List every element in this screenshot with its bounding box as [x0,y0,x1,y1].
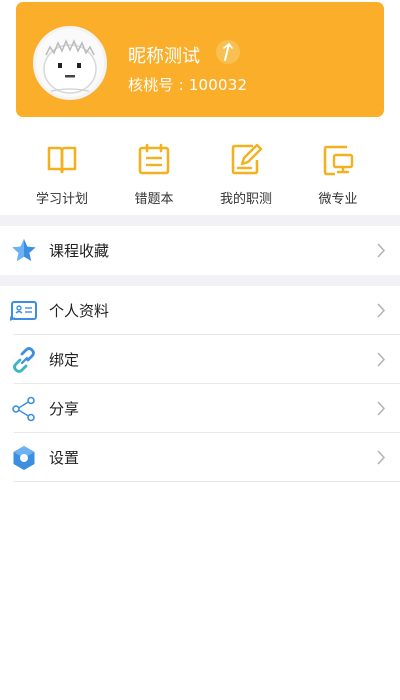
edit-document-icon [231,143,263,175]
nickname: 昵称测试 [128,46,200,67]
quick-action-study-plan[interactable]: 学习计划 [12,138,112,210]
avatar-face-icon [36,29,104,97]
quick-action-my-test[interactable]: 我的职测 [196,138,296,210]
settings-hex-icon [13,446,35,470]
quick-action-micro-major[interactable]: 微专业 [288,138,388,210]
link-icon [13,347,35,373]
quick-action-label: 错题本 [134,192,174,207]
menu-item-share[interactable]: 分享 [0,384,400,433]
menu-item-course-favorites[interactable]: 课程收藏 [0,226,400,275]
menu-item-settings[interactable]: 设置 [0,433,400,482]
menu-item-label: 设置 [49,449,80,467]
chevron-right-icon [377,352,386,367]
share-icon [12,396,35,422]
menu-item-label: 绑定 [49,351,80,369]
menu-item-bind[interactable]: 绑定 [0,335,400,384]
quick-action-error-book[interactable]: 错题本 [104,138,204,210]
id-card-icon [10,301,37,321]
quick-action-label: 学习计划 [35,192,88,207]
chevron-right-icon [377,450,386,465]
quick-action-label: 我的职测 [219,192,272,207]
menu-item-label: 分享 [49,400,80,418]
star-icon [12,239,36,261]
menu-item-personal-info[interactable]: 个人资料 [0,286,400,335]
chevron-right-icon [377,303,386,318]
book-icon [47,146,77,174]
menu-item-label: 课程收藏 [49,242,110,260]
section-gap [0,275,400,286]
chevron-right-icon [377,401,386,416]
chevron-right-icon [377,243,386,258]
section-gap [0,215,400,226]
notebook-icon [138,143,170,175]
profile-card[interactable]: 昵称测试 核桃号 : 100032 [16,2,384,117]
quick-actions: 学习计划 错题本 我的职测 微专业 [0,138,400,210]
gender-icon[interactable] [214,38,242,66]
divider [14,481,400,482]
avatar[interactable] [33,26,107,100]
account-id: 核桃号 : 100032 [128,76,248,94]
quick-action-label: 微专业 [318,192,358,207]
menu-item-label: 个人资料 [49,302,110,320]
monitor-icon [323,145,354,176]
